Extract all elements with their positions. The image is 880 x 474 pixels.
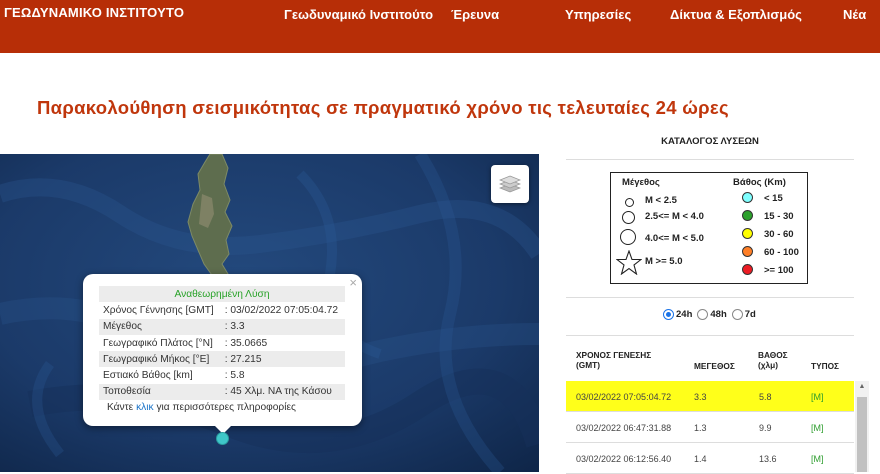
event-depth: 9.9	[759, 423, 772, 433]
scroll-up-arrow-icon[interactable]: ▲	[855, 383, 869, 393]
earthquake-popup: × Αναθεωρημένη Λύση Χρόνος Γέννησης [GMT…	[83, 274, 362, 426]
popup-value: : 45 Χλμ. ΝΑ της Κάσου	[220, 383, 345, 401]
table-row[interactable]: 03/02/2022 07:05:04.72 3.3 5.8 [M]	[566, 381, 854, 412]
nav-item-news[interactable]: Νέα	[843, 7, 866, 22]
event-type: [M]	[811, 392, 824, 402]
divider	[566, 297, 854, 298]
legend-depth-label: 60 - 100	[764, 247, 799, 258]
close-icon[interactable]: ×	[349, 275, 357, 290]
event-depth: 13.6	[759, 454, 777, 464]
magnitude-medium-circle-icon	[622, 211, 635, 224]
nav-item-research[interactable]: Έρευνα	[451, 7, 499, 22]
more-info-text: Κάντε κλικ για περισσότερες πληροφορίες	[107, 402, 296, 413]
divider	[566, 335, 854, 336]
legend-magnitude-title: Μέγεθος	[622, 177, 660, 188]
table-scrollbar[interactable]: ▲	[855, 381, 869, 472]
layers-button[interactable]	[491, 165, 529, 203]
popup-label: Γεωγραφικό Πλάτος [°N]	[103, 337, 213, 349]
page-title: Παρακολούθηση σεισμικότητας σε πραγματικ…	[37, 97, 729, 118]
legend-depth-label: < 15	[764, 193, 783, 204]
popup-header: Αναθεωρημένη Λύση	[99, 286, 345, 303]
event-depth: 5.8	[759, 392, 772, 402]
period-label: 7d	[744, 309, 756, 320]
period-radio-48h[interactable]	[697, 309, 709, 320]
column-header-depth[interactable]: ΒΑΘΟΣ (χλμ)	[758, 350, 798, 370]
period-radio-7d[interactable]	[731, 309, 743, 320]
legend-depth-label: >= 100	[764, 265, 794, 276]
nav-item-services[interactable]: Υπηρεσίες	[565, 7, 631, 22]
event-magnitude: 3.3	[694, 392, 707, 402]
column-header-type[interactable]: ΤΥΠΟΣ	[811, 361, 839, 371]
magnitude-large-circle-icon	[620, 229, 636, 245]
period-label: 24h	[676, 309, 693, 320]
more-info-suffix: για περισσότερες πληροφορίες	[153, 402, 296, 413]
site-logo[interactable]: ΓΕΩΔΥΝΑΜΙΚΟ ΙΝΣΤΙΤΟΥΤΟ	[4, 5, 184, 20]
popup-value: : 3.3	[220, 318, 345, 335]
more-info-link[interactable]: κλικ	[136, 402, 154, 413]
popup-label: Μέγεθος	[99, 318, 221, 335]
legend-magnitude-label: 2.5<= M < 4.0	[645, 211, 704, 222]
column-header-magnitude[interactable]: ΜΕΓΕΘΟΣ	[694, 361, 735, 371]
legend-magnitude-label: M < 2.5	[645, 195, 677, 206]
legend-depth-label: 30 - 60	[764, 229, 794, 240]
nav-item-networks[interactable]: Δίκτυα & Εξοπλισμός	[670, 7, 802, 22]
popup-label: Χρόνος Γέννησης [GMT]	[103, 304, 214, 316]
popup-value: : 5.8	[224, 370, 245, 382]
event-time: 03/02/2022 07:05:04.72	[576, 392, 672, 402]
legend-box: Μέγεθος Βάθος (Km) M < 2.5 2.5<= M < 4.0…	[610, 172, 808, 284]
scrollbar-thumb[interactable]	[857, 397, 867, 472]
event-type: [M]	[811, 423, 824, 433]
event-magnitude: 1.4	[694, 454, 707, 464]
nav-item-institute[interactable]: Γεωδυναμικό Ινστιτούτο	[284, 7, 433, 22]
popup-label: Τοποθεσία	[99, 383, 221, 401]
popup-label: Γεωγραφικό Μήκος [°E]	[99, 351, 221, 368]
legend-depth-title: Βάθος (Km)	[733, 177, 786, 188]
period-radio-24h[interactable]	[663, 309, 674, 320]
event-magnitude: 1.3	[694, 423, 707, 433]
legend-magnitude-label: M >= 5.0	[645, 256, 683, 267]
depth-color-dot	[742, 192, 753, 203]
column-header-time[interactable]: ΧΡΟΝΟΣ ΓΕΝΕΣΗΣ (GMT)	[576, 350, 666, 370]
depth-color-dot	[742, 264, 753, 275]
earthquake-marker[interactable]	[216, 432, 229, 445]
event-time: 03/02/2022 06:47:31.88	[576, 423, 672, 433]
solutions-catalog-title: ΚΑΤΑΛΟΓΟΣ ΛΥΣΕΩΝ	[566, 124, 854, 160]
legend-magnitude-label: 4.0<= M < 5.0	[645, 233, 704, 244]
legend-depth-label: 15 - 30	[764, 211, 794, 222]
period-label: 48h	[710, 309, 727, 320]
popup-details-table: Αναθεωρημένη Λύση Χρόνος Γέννησης [GMT]:…	[99, 286, 345, 401]
layers-icon	[499, 175, 521, 193]
table-row[interactable]: 03/02/2022 06:47:31.88 1.3 9.9 [M]	[566, 412, 854, 443]
popup-label: Εστιακό Βάθος [km]	[103, 370, 193, 382]
depth-color-dot	[742, 210, 753, 221]
more-info-prefix: Κάντε	[107, 402, 137, 413]
depth-color-dot	[742, 228, 753, 239]
depth-color-dot	[742, 246, 753, 257]
event-time: 03/02/2022 06:12:56.40	[576, 454, 672, 464]
magnitude-star-icon	[616, 250, 642, 275]
popup-value: : 03/02/2022 07:05:04.72	[224, 304, 338, 316]
table-row[interactable]: 03/02/2022 06:12:56.40 1.4 13.6 [M]	[566, 443, 854, 474]
event-type: [M]	[811, 454, 824, 464]
top-navigation-bar: ΓΕΩΔΥΝΑΜΙΚΟ ΙΝΣΤΙΤΟΥΤΟ Γεωδυναμικό Ινστι…	[0, 0, 880, 53]
popup-value: : 35.0665	[224, 337, 268, 349]
popup-value: : 27.215	[220, 351, 345, 368]
magnitude-small-circle-icon	[625, 198, 634, 207]
period-selector: 24h 48h 7d	[663, 309, 759, 320]
